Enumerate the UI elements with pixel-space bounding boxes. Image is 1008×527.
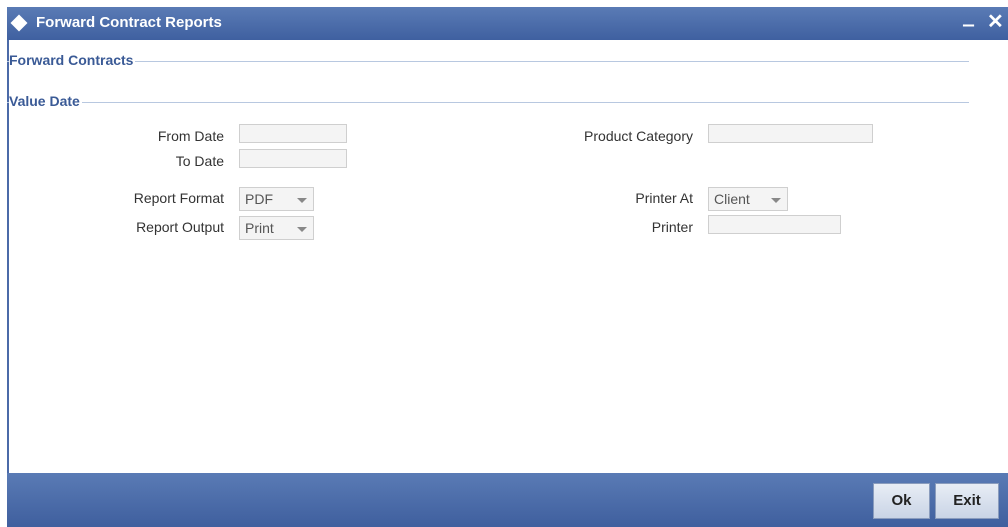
printer-at-label: Printer At xyxy=(635,190,693,206)
report-format-value: PDF xyxy=(245,191,273,207)
diamond-icon xyxy=(10,14,28,32)
chevron-down-icon xyxy=(297,198,307,203)
footer-bar: Ok Exit xyxy=(7,473,1008,527)
to-date-label: To Date xyxy=(175,153,224,169)
printer-input[interactable] xyxy=(708,215,841,234)
product-category-label: Product Category xyxy=(584,128,693,144)
close-icon[interactable]: ✕ xyxy=(987,10,1004,34)
from-date-input[interactable] xyxy=(239,124,347,143)
from-date-label: From Date xyxy=(157,128,224,144)
report-output-select[interactable]: Print xyxy=(239,216,314,240)
printer-at-select[interactable]: Client xyxy=(708,187,788,211)
title-bar[interactable]: Forward Contract Reports ‒ ✕ xyxy=(7,7,1008,40)
chevron-down-icon xyxy=(771,198,781,203)
report-format-select[interactable]: PDF xyxy=(239,187,314,211)
minimize-icon[interactable]: ‒ xyxy=(963,13,974,37)
window-title: Forward Contract Reports xyxy=(36,14,222,31)
report-window: Forward Contract Reports ‒ ✕ Forward Con… xyxy=(7,7,1008,527)
report-output-value: Print xyxy=(245,220,274,236)
exit-button[interactable]: Exit xyxy=(935,483,999,519)
report-format-label: Report Format xyxy=(133,190,224,206)
section-title: Value Date xyxy=(9,93,82,109)
section-divider xyxy=(7,102,969,103)
product-category-input[interactable] xyxy=(708,124,873,143)
section-forward-contracts: Forward Contracts xyxy=(7,52,1008,72)
section-title: Forward Contracts xyxy=(9,52,136,68)
printer-label: Printer xyxy=(651,219,693,235)
to-date-input[interactable] xyxy=(239,149,347,168)
chevron-down-icon xyxy=(297,227,307,232)
ok-button[interactable]: Ok xyxy=(873,483,930,519)
report-output-label: Report Output xyxy=(136,219,224,235)
printer-at-value: Client xyxy=(714,191,750,207)
section-divider xyxy=(7,61,969,62)
section-value-date: Value Date xyxy=(7,93,1008,113)
